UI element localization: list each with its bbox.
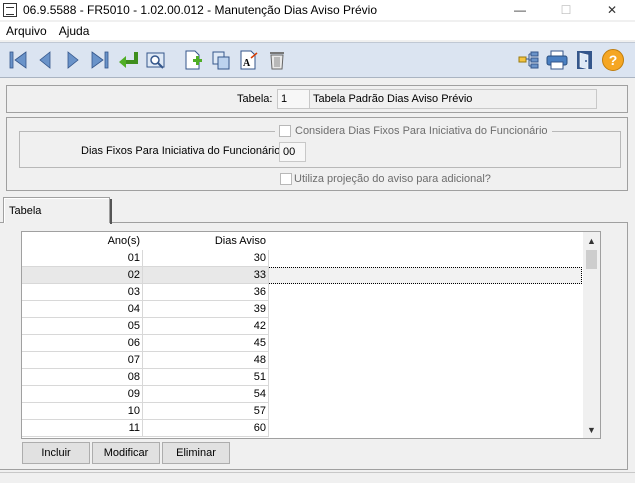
edit-text-icon[interactable]: A <box>237 48 261 72</box>
scroll-up-icon[interactable]: ▲ <box>583 232 600 249</box>
incluir-button[interactable]: Incluir <box>22 442 90 464</box>
first-record-icon[interactable] <box>6 48 30 72</box>
cell-anos[interactable]: 01 <box>22 250 143 267</box>
eliminar-button[interactable]: Eliminar <box>162 442 230 464</box>
exit-icon[interactable] <box>573 48 597 72</box>
table-row[interactable]: 11 60 <box>22 420 582 437</box>
table-row[interactable]: 03 36 <box>22 284 582 301</box>
help-icon[interactable]: ? <box>601 48 625 72</box>
table-row[interactable]: 07 48 <box>22 352 582 369</box>
cell-dias-aviso[interactable]: 45 <box>143 335 269 352</box>
dias-fixos-label: Dias Fixos Para Iniciativa do Funcionári… <box>81 145 284 157</box>
grid-vertical-scrollbar[interactable]: ▲ ▼ <box>583 232 600 438</box>
cell-anos[interactable]: 05 <box>22 318 143 335</box>
cell-dias-aviso[interactable]: 60 <box>143 420 269 437</box>
dias-aviso-grid: Ano(s) Dias Aviso 01 30 02 33 03 36 04 39 05 42 06… <box>21 231 601 439</box>
considera-label: Considera Dias Fixos Para Iniciativa do … <box>295 125 548 137</box>
cell-anos[interactable]: 10 <box>22 403 143 420</box>
header-panel: Tabela: 1 Tabela Padrão Dias Aviso Prévi… <box>6 85 628 113</box>
table-row[interactable]: 05 42 <box>22 318 582 335</box>
cell-dias-aviso[interactable]: 51 <box>143 369 269 386</box>
cell-dias-aviso[interactable]: 48 <box>143 352 269 369</box>
cell-dias-aviso[interactable]: 54 <box>143 386 269 403</box>
column-header-dias-aviso[interactable]: Dias Aviso <box>143 235 266 247</box>
cell-dias-aviso[interactable]: 57 <box>143 403 269 420</box>
modificar-button[interactable]: Modificar <box>92 442 160 464</box>
tab-tabela[interactable]: Tabela <box>3 197 112 224</box>
tabela-label: Tabela: <box>237 93 273 105</box>
new-document-icon[interactable] <box>181 48 205 72</box>
considera-checkbox[interactable] <box>279 125 291 137</box>
cell-dias-aviso[interactable]: 30 <box>143 250 269 267</box>
table-row[interactable]: 02 33 <box>22 267 582 284</box>
status-separator <box>0 472 635 473</box>
delete-icon[interactable] <box>265 48 289 72</box>
table-row[interactable]: 06 45 <box>22 335 582 352</box>
minimize-button[interactable]: — <box>497 0 543 20</box>
return-icon[interactable] <box>116 48 140 72</box>
projecao-checkbox[interactable] <box>280 173 292 185</box>
cell-dias-aviso[interactable]: 33 <box>143 267 269 284</box>
maximize-button[interactable]: ☐ <box>543 0 589 20</box>
table-row[interactable]: 10 57 <box>22 403 582 420</box>
table-row[interactable]: 09 54 <box>22 386 582 403</box>
svg-text:?: ? <box>609 52 618 68</box>
scroll-thumb[interactable] <box>586 250 597 269</box>
cell-anos[interactable]: 08 <box>22 369 143 386</box>
projecao-label: Utiliza projeção do aviso para adicional… <box>294 173 491 185</box>
next-record-icon[interactable] <box>61 48 85 72</box>
menu-arquivo[interactable]: Arquivo <box>0 24 53 38</box>
considera-legend: Considera Dias Fixos Para Iniciativa do … <box>275 124 552 138</box>
cell-dias-aviso[interactable]: 42 <box>143 318 269 335</box>
structure-icon[interactable] <box>517 48 541 72</box>
menu-bar: Arquivo Ajuda <box>0 22 635 40</box>
cell-anos[interactable]: 02 <box>22 267 143 284</box>
table-row[interactable]: 04 39 <box>22 301 582 318</box>
tabela-description-field: Tabela Padrão Dias Aviso Prévio <box>309 89 597 109</box>
window-controls: — ☐ ✕ <box>497 0 635 20</box>
tab-tabela-label: Tabela <box>9 205 42 217</box>
grid-header: Ano(s) Dias Aviso <box>22 232 582 250</box>
table-row[interactable]: 08 51 <box>22 369 582 386</box>
cell-anos[interactable]: 07 <box>22 352 143 369</box>
dias-fixos-field[interactable]: 00 <box>279 142 306 162</box>
cell-dias-aviso[interactable]: 36 <box>143 284 269 301</box>
table-row[interactable]: 01 30 <box>22 250 582 267</box>
cell-anos[interactable]: 11 <box>22 420 143 437</box>
column-header-anos[interactable]: Ano(s) <box>22 235 140 247</box>
previous-record-icon[interactable] <box>33 48 57 72</box>
scroll-down-icon[interactable]: ▼ <box>583 421 600 438</box>
menu-ajuda[interactable]: Ajuda <box>53 24 96 38</box>
last-record-icon[interactable] <box>88 48 112 72</box>
cell-anos[interactable]: 06 <box>22 335 143 352</box>
cell-dias-aviso[interactable]: 39 <box>143 301 269 318</box>
cell-anos[interactable]: 09 <box>22 386 143 403</box>
title-bar: 06.9.5588 - FR5010 - 1.02.00.012 - Manut… <box>0 0 635 20</box>
app-icon <box>3 3 17 17</box>
toolbar: A ? <box>0 42 635 78</box>
copy-icon[interactable] <box>209 48 233 72</box>
svg-text:A: A <box>243 58 251 69</box>
tabela-code-field[interactable]: 1 <box>277 89 313 109</box>
cell-anos[interactable]: 03 <box>22 284 143 301</box>
window-title: 06.9.5588 - FR5010 - 1.02.00.012 - Manut… <box>23 3 377 17</box>
options-panel: Considera Dias Fixos Para Iniciativa do … <box>6 117 628 191</box>
cell-anos[interactable]: 04 <box>22 301 143 318</box>
print-icon[interactable] <box>545 48 569 72</box>
close-button[interactable]: ✕ <box>589 0 635 20</box>
preview-icon[interactable] <box>144 48 168 72</box>
